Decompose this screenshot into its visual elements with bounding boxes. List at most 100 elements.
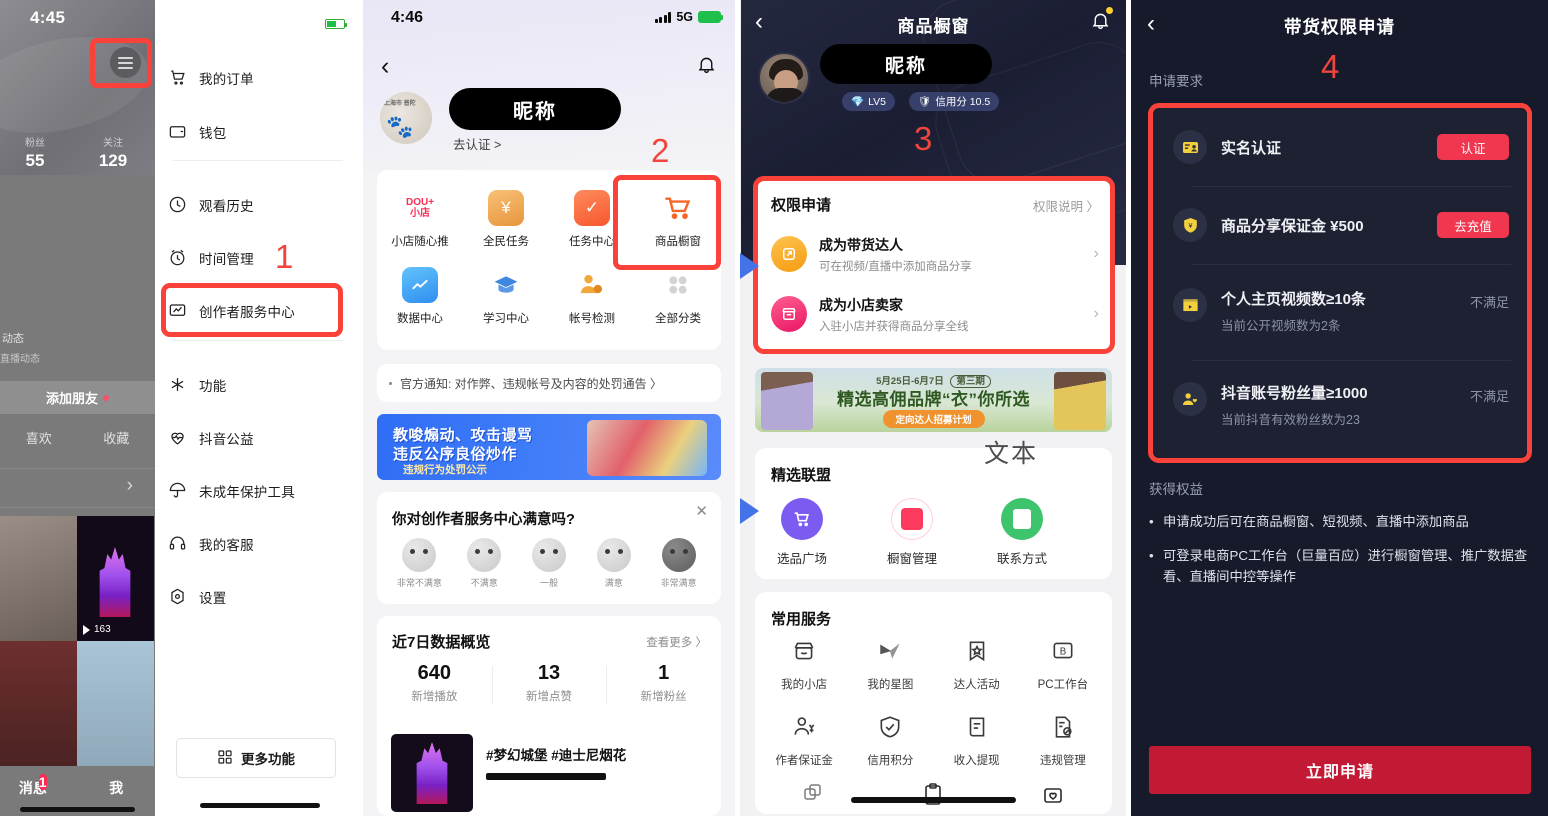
benefit-item: 可登录电商PC工作台（巨量百应）进行橱窗管理、推广数据查看、直播间中控等操作 bbox=[1149, 546, 1531, 587]
violation-banner[interactable]: 教唆煽动、攻击谩骂 违反公序良俗炒作 违规行为处罚公示 bbox=[377, 414, 721, 480]
service-item-talent-activity[interactable]: 达人活动 bbox=[934, 638, 1020, 692]
service-item-author-deposit[interactable]: 作者保证金 bbox=[761, 714, 847, 768]
sidebar-item-label: 时间管理 bbox=[199, 251, 254, 267]
union-item-showcase-management[interactable]: 橱窗管理 bbox=[881, 498, 943, 567]
union-item-selection-plaza[interactable]: 选品广场 bbox=[771, 498, 833, 567]
promo-banner[interactable]: 5月25日-6月7日 第三期 精选高佣品牌“衣”你所选 定向达人招募计划 bbox=[755, 368, 1112, 432]
sidebar-item-watch-history[interactable]: 观看历史 bbox=[155, 178, 358, 231]
add-friend-button[interactable]: 添加朋友 bbox=[0, 381, 155, 414]
battery-icon bbox=[325, 19, 347, 29]
more-functions-button[interactable]: 更多功能 bbox=[176, 738, 336, 778]
survey-option-label: 满意 bbox=[604, 578, 623, 588]
banner-line-1: 教唆煽动、攻击谩骂 bbox=[393, 427, 533, 444]
receipt-icon bbox=[964, 714, 990, 745]
wallet-icon bbox=[155, 122, 199, 141]
bell-icon[interactable] bbox=[696, 54, 717, 80]
back-button[interactable]: ‹ bbox=[381, 54, 389, 79]
new-dot-icon bbox=[103, 394, 109, 401]
survey-option[interactable]: 非常满意 bbox=[646, 538, 711, 589]
grid-item-learning-center[interactable]: 学习中心 bbox=[463, 267, 549, 326]
service-item-pc-workbench[interactable]: B PC工作台 bbox=[1020, 638, 1106, 692]
tab-likes[interactable]: 喜欢 bbox=[0, 428, 78, 447]
video-thumb[interactable] bbox=[77, 641, 154, 766]
sidebar-item-wallet[interactable]: 钱包 bbox=[155, 105, 358, 158]
sidebar-item-minor-protection[interactable]: 未成年保护工具 bbox=[155, 464, 358, 517]
stat-following: 关注 129 bbox=[78, 134, 148, 171]
survey-option[interactable]: 不满意 bbox=[452, 538, 517, 589]
stat-value: 55 bbox=[25, 151, 45, 170]
home-indicator bbox=[200, 803, 320, 808]
sidebar-item-settings[interactable]: 设置 bbox=[155, 570, 358, 623]
banner-title: 精选高佣品牌“衣”你所选 bbox=[837, 390, 1030, 409]
nav-me[interactable]: 我 bbox=[78, 778, 156, 798]
sidebar-item-my-orders[interactable]: 我的订单 bbox=[155, 51, 358, 104]
annotation-box-product-showcase bbox=[613, 175, 721, 270]
starmap-icon bbox=[877, 638, 903, 669]
happy-face-icon bbox=[596, 538, 631, 572]
benefit-item: 申请成功后可在商品橱窗、短视频、直播中添加商品 bbox=[1149, 512, 1531, 533]
survey-option[interactable]: 非常不满意 bbox=[387, 538, 452, 589]
coin-stack-icon: ¥ bbox=[488, 190, 524, 226]
service-item-income-withdraw[interactable]: 收入提现 bbox=[934, 714, 1020, 768]
union-item-contact[interactable]: 联系方式 bbox=[991, 498, 1053, 567]
profile-row-chevron[interactable] bbox=[0, 468, 155, 508]
grid-item-data-center[interactable]: 数据中心 bbox=[377, 267, 463, 326]
sidebar-item-time-management[interactable]: 时间管理 bbox=[155, 231, 358, 284]
stat-label: 粉丝 bbox=[25, 138, 45, 149]
video-thumb[interactable] bbox=[0, 641, 77, 766]
video-thumb[interactable] bbox=[0, 516, 77, 641]
bell-icon[interactable] bbox=[1090, 7, 1113, 36]
dynamic-label: 动态 bbox=[2, 333, 24, 345]
official-notice-text: 官方通知: 对作弊、违规帐号及内容的处罚通告 〉 bbox=[400, 376, 663, 391]
close-icon[interactable]: ✕ bbox=[695, 502, 708, 520]
checklist-icon: ✓ bbox=[574, 190, 610, 226]
stat-plays: 640 新增播放 bbox=[377, 662, 492, 704]
credit-badge: 🛡 信用分 10.5 bbox=[909, 92, 1000, 111]
service-item-my-store[interactable]: 我的小店 bbox=[761, 638, 847, 692]
angry-face-icon bbox=[402, 538, 437, 572]
tab-favorites[interactable]: 收藏 bbox=[78, 428, 156, 447]
grid-item-doudian-push[interactable]: DOU+ 小店 小店随心推 bbox=[377, 190, 463, 249]
service-item-credit-score[interactable]: 信用积分 bbox=[847, 714, 933, 768]
nav-messages[interactable]: 消息 1 bbox=[0, 774, 78, 798]
panel-sales-permission-application: ‹ 带货权限申请 申请要求 4 实名认证 认证 ¥ 商品分享保证金 ¥500 去… bbox=[1131, 0, 1548, 816]
official-notice[interactable]: 官方通知: 对作弊、违规帐号及内容的处罚通告 〉 bbox=[377, 364, 721, 402]
credit-badge-label: 信用分 10.5 bbox=[935, 96, 991, 108]
sidebar-item-douyin-charity[interactable]: 抖音公益 bbox=[155, 411, 358, 464]
neutral-face-icon bbox=[531, 538, 566, 572]
service-item-my-starmap[interactable]: 我的星图 bbox=[847, 638, 933, 692]
service-item-violation-management[interactable]: 违规管理 bbox=[1020, 714, 1106, 768]
person-yuan-icon bbox=[791, 714, 817, 745]
profile-left-content: 4:45 粉丝 55 关注 129 动态 直播动态 添加朋友 喜欢 收藏 › 1… bbox=[0, 0, 155, 816]
bottom-nav: 消息 1 我 bbox=[0, 774, 156, 798]
profile-tabs: 喜欢 收藏 bbox=[0, 428, 155, 447]
grid-item-all-tasks[interactable]: ¥ 全民任务 bbox=[463, 190, 549, 249]
data-overview-more-link[interactable]: 查看更多 〉 bbox=[646, 634, 707, 650]
service-item-label: 我的小店 bbox=[781, 679, 828, 691]
survey-option[interactable]: 满意 bbox=[581, 538, 646, 589]
apply-now-button[interactable]: 立即申请 bbox=[1149, 746, 1531, 794]
stat-likes: 13 新增点赞 bbox=[491, 662, 607, 704]
verify-link[interactable]: 去认证 > bbox=[453, 134, 501, 153]
sidebar-item-functions[interactable]: 功能 bbox=[155, 358, 358, 411]
satisfaction-survey-card: 你对创作者服务中心满意吗? ✕ 非常不满意 不满意 一般 满意 非常满意 bbox=[377, 492, 721, 604]
avatar[interactable]: 上海市 普陀 🐾 bbox=[380, 92, 432, 144]
sidebar-item-label: 我的客服 bbox=[199, 537, 254, 553]
grid-item-account-check[interactable]: 帐号检测 bbox=[549, 267, 635, 326]
play-count: 163 bbox=[83, 624, 111, 635]
latest-video-row[interactable]: #梦幻城堡 #迪士尼烟花 bbox=[391, 734, 707, 814]
grid-item-all-categories[interactable]: 全部分类 bbox=[635, 267, 721, 326]
avatar[interactable] bbox=[758, 52, 810, 104]
heart-icon bbox=[155, 428, 199, 447]
sidebar-item-my-support[interactable]: 我的客服 bbox=[155, 517, 358, 570]
video-thumb[interactable]: 163 bbox=[77, 516, 154, 641]
video-info: #梦幻城堡 #迪士尼烟花 bbox=[486, 734, 626, 814]
common-services-title: 常用服务 bbox=[771, 611, 832, 628]
battery-charging-icon bbox=[698, 11, 724, 23]
stat-value: 13 bbox=[537, 662, 561, 684]
grid-item-label: 帐号检测 bbox=[569, 313, 615, 325]
annotation-box-requirements bbox=[1148, 103, 1532, 463]
survey-option[interactable]: 一般 bbox=[517, 538, 582, 589]
svg-text:B: B bbox=[1060, 646, 1067, 657]
annotation-box-creator-service-center bbox=[161, 283, 343, 337]
